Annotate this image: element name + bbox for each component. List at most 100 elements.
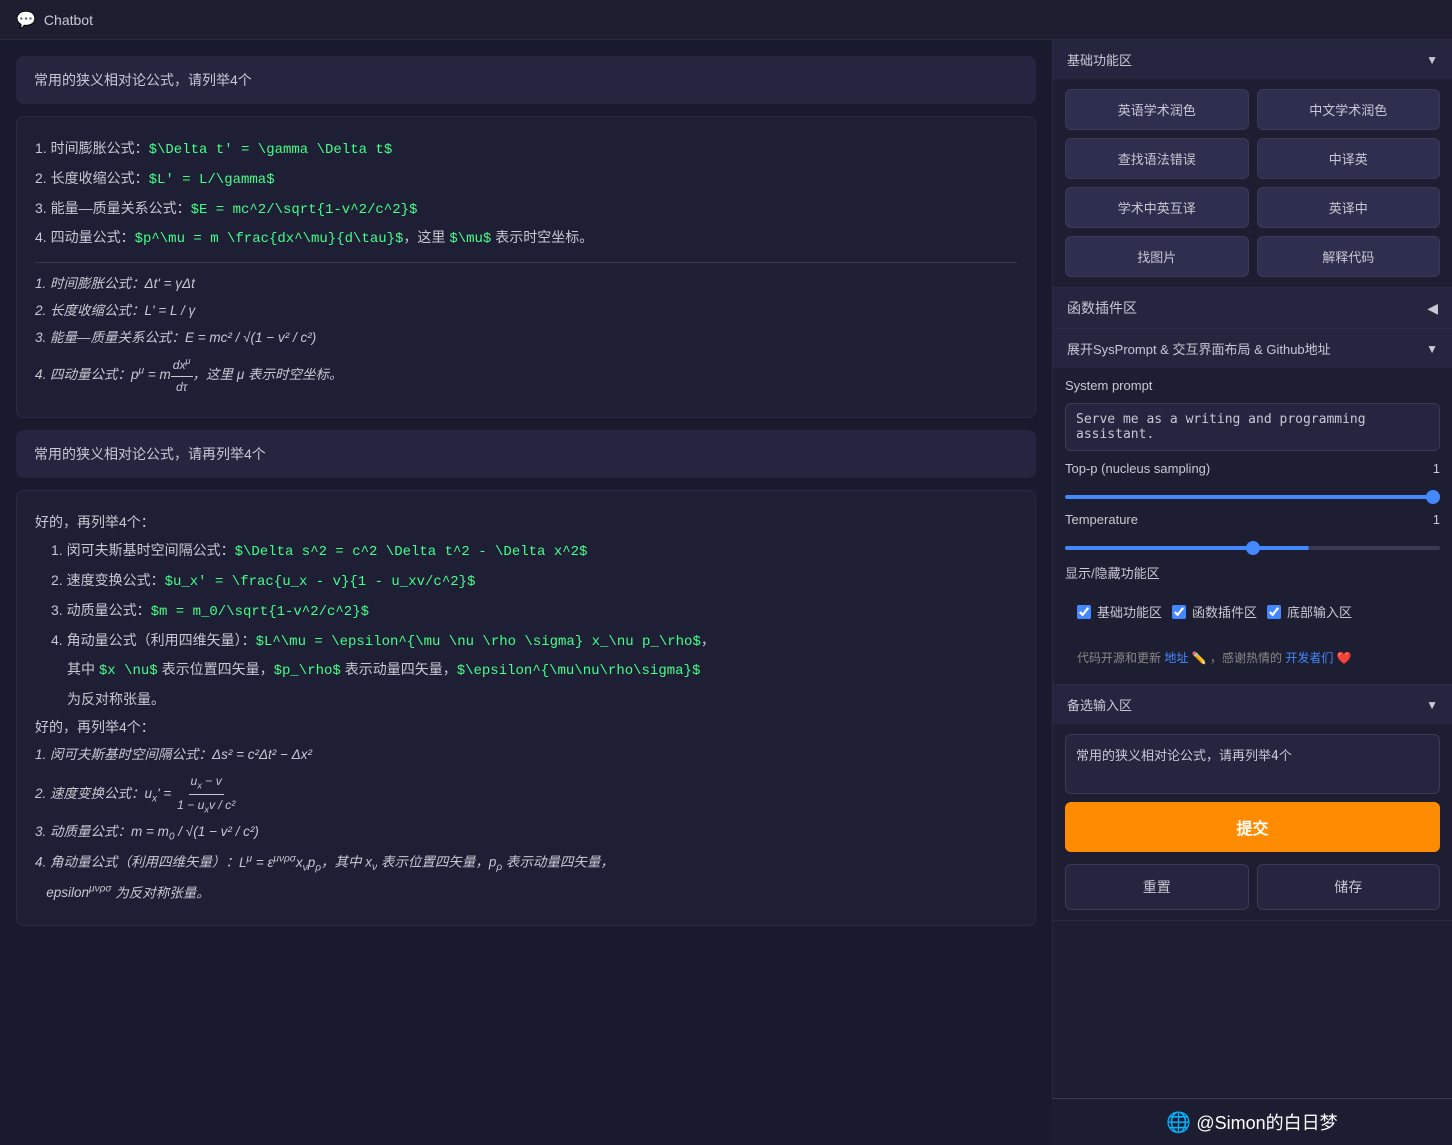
basic-functions-content: 英语学术润色 中文学术润色 查找语法错误 中译英 学术中英互译 英译中 找图片 … (1053, 79, 1452, 287)
reset-button[interactable]: 重置 (1065, 864, 1249, 910)
footer-link[interactable]: 地址 (1164, 651, 1188, 665)
plugin-label: 函数插件区 (1067, 298, 1137, 318)
plugin-section: 函数插件区 ◀ (1053, 288, 1452, 329)
user-message-1-text: 常用的狭义相对论公式，请列举4个 (34, 72, 252, 88)
backup-input-section: 备选输入区 ▼ 常用的狭义相对论公式，请再列举4个 提交 重置 储存 (1053, 685, 1452, 921)
assistant-message-1: 1. 时间膨胀公式：$\Delta t' = \gamma \Delta t$ … (16, 116, 1036, 418)
latex-4b: $\mu$ (449, 231, 491, 247)
rendered2-4: 4. 角动量公式（利用四维矢量）：Lμ = εμνρσxνpρ，其中 xν 表示… (35, 850, 1017, 876)
backup-input-label: 备选输入区 (1067, 695, 1132, 714)
formula-latex-1: 1. 时间膨胀公式：$\Delta t' = \gamma \Delta t$ (35, 137, 1017, 163)
checkbox-basic-input[interactable] (1077, 605, 1091, 619)
divider-1 (35, 262, 1017, 263)
footer-pencil: ✏️ (1192, 651, 1207, 665)
formula2-latex-4b: 其中 $x \nu$ 表示位置四矢量，$p_\rho$ 表示动量四矢量，$\ep… (67, 658, 1017, 684)
sysprompt-content: System prompt Serve me as a writing and … (1053, 368, 1452, 684)
btn-find-image[interactable]: 找图片 (1065, 236, 1249, 277)
visibility-label: 显示/隐藏功能区 (1065, 563, 1440, 582)
latex2-4b2: $p_\rho$ (274, 663, 341, 679)
user-message-1: 常用的狭义相对论公式，请列举4个 (16, 56, 1036, 104)
btn-academic-bilingual[interactable]: 学术中英互译 (1065, 187, 1249, 228)
user-message-2-text: 常用的狭义相对论公式，请再列举4个 (34, 446, 266, 462)
footer-text-mid: ，感谢热情的 (1210, 651, 1282, 665)
rendered-1: 1. 时间膨胀公式：Δt' = γΔt (35, 273, 1017, 296)
checkbox-bottom-input[interactable] (1267, 605, 1281, 619)
formula-latex-2: 2. 长度收缩公式：$L' = L/\gamma$ (35, 167, 1017, 193)
backup-arrow: ▼ (1426, 698, 1438, 712)
formula-latex-3: 3. 能量—质量关系公式：$E = mc^2/\sqrt{1-v^2/c^2}$ (35, 197, 1017, 223)
temp-value: 1 (1416, 512, 1440, 527)
footer-text-before: 代码开源和更新 (1077, 651, 1161, 665)
rendered-3: 3. 能量—质量关系公式：E = mc² / √(1 − v² / c²) (35, 327, 1017, 350)
topp-label: Top-p (nucleus sampling) (1065, 461, 1408, 476)
visibility-checkboxes: 基础功能区 函数插件区 底部输入区 (1065, 592, 1440, 631)
latex-3: $E = mc^2/\sqrt{1-v^2/c^2}$ (191, 202, 418, 218)
btn-eng-academic[interactable]: 英语学术润色 (1065, 89, 1249, 130)
latex2-1: $\Delta s^2 = c^2 \Delta t^2 - \Delta x^… (235, 544, 588, 560)
formula-latex-4: 4. 四动量公式：$p^\mu = m \frac{dx^\mu}{d\tau}… (35, 226, 1017, 252)
backup-content: 常用的狭义相对论公式，请再列举4个 提交 重置 储存 (1053, 724, 1452, 920)
formula2-latex-4: 4. 角动量公式（利用四维矢量）：$L^\mu = \epsilon^{\mu … (51, 629, 1017, 655)
submit-button[interactable]: 提交 (1065, 802, 1440, 852)
formula2-latex-2: 2. 速度变换公式：$u_x' = \frac{u_x - v}{1 - u_x… (51, 569, 1017, 595)
copy-button[interactable]: 储存 (1257, 864, 1441, 910)
formula2-latex-1: 1. 闵可夫斯基时空间隔公式：$\Delta s^2 = c^2 \Delta … (51, 539, 1017, 565)
bottom-btns: 重置 储存 (1065, 864, 1440, 910)
checkbox-bottom[interactable]: 底部输入区 (1267, 602, 1352, 621)
checkbox-basic-label: 基础功能区 (1097, 602, 1162, 621)
temp-slider[interactable] (1065, 546, 1440, 550)
temp-label: Temperature (1065, 512, 1408, 527)
heart-icon: ❤️ (1337, 651, 1352, 665)
checkbox-plugin-input[interactable] (1172, 605, 1186, 619)
sysprompt-arrow: ▼ (1426, 342, 1438, 356)
plugin-header[interactable]: 函数插件区 ◀ (1053, 288, 1452, 328)
weibo-icon: 🌐 (1166, 1112, 1191, 1134)
formula2-latex-3: 3. 动质量公式：$m = m_0/\sqrt{1-v^2/c^2}$ (51, 599, 1017, 625)
backup-textarea[interactable]: 常用的狭义相对论公式，请再列举4个 (1065, 734, 1440, 794)
watermark-bar: 🌐 @Simon的白日梦 (1052, 1098, 1452, 1145)
rendered2-2: 2. 速度变换公式：ux' = ux − v1 − uxv / c² (35, 771, 1017, 818)
header: 💬 Chatbot (0, 0, 1452, 40)
rendered-4: 4. 四动量公式：pμ = mdxμdτ，这里 μ 表示时空坐标。 (35, 354, 1017, 397)
formula2-latex-4c: 为反对称张量。 (67, 688, 1017, 712)
latex2-2: $u_x' = \frac{u_x - v}{1 - u_xv/c^2}$ (165, 574, 476, 590)
topp-slider[interactable] (1065, 495, 1440, 499)
latex-2: $L' = L/\gamma$ (149, 172, 275, 188)
topp-row: Top-p (nucleus sampling) 1 (1065, 461, 1440, 476)
temp-slider-container (1065, 537, 1440, 553)
btn-en-to-cn[interactable]: 英译中 (1257, 187, 1441, 228)
main-layout: 常用的狭义相对论公式，请列举4个 1. 时间膨胀公式：$\Delta t' = … (0, 40, 1452, 1145)
plugin-arrow: ◀ (1427, 300, 1438, 317)
checkbox-bottom-label: 底部输入区 (1287, 602, 1352, 621)
btn-explain-code[interactable]: 解释代码 (1257, 236, 1441, 277)
basic-functions-label: 基础功能区 (1067, 50, 1132, 69)
checkbox-basic[interactable]: 基础功能区 (1077, 602, 1162, 621)
basic-functions-section: 基础功能区 ▼ 英语学术润色 中文学术润色 查找语法错误 中译英 学术中英互译 … (1053, 40, 1452, 288)
right-panel: 基础功能区 ▼ 英语学术润色 中文学术润色 查找语法错误 中译英 学术中英互译 … (1052, 40, 1452, 1145)
btn-cn-to-en[interactable]: 中译英 (1257, 138, 1441, 179)
basic-functions-header[interactable]: 基础功能区 ▼ (1053, 40, 1452, 79)
checkbox-plugin[interactable]: 函数插件区 (1172, 602, 1257, 621)
user-message-2: 常用的狭义相对论公式，请再列举4个 (16, 430, 1036, 478)
latex-4: $p^\mu = m \frac{dx^\mu}{d\tau}$ (135, 231, 404, 247)
chat-area[interactable]: 常用的狭义相对论公式，请列举4个 1. 时间膨胀公式：$\Delta t' = … (0, 40, 1052, 1145)
topp-value: 1 (1416, 461, 1440, 476)
btn-cn-academic[interactable]: 中文学术润色 (1257, 89, 1441, 130)
btn-grammar[interactable]: 查找语法错误 (1065, 138, 1249, 179)
rendered-2: 2. 长度收缩公式：L' = L / γ (35, 300, 1017, 323)
rendered2-3: 3. 动质量公式：m = m0 / √(1 − v² / c²) (35, 821, 1017, 846)
good-msg2: 好的，再列举4个： (35, 716, 1017, 740)
checkbox-plugin-label: 函数插件区 (1192, 602, 1257, 621)
sysprompt-section-label: 展开SysPrompt & 交互界面布局 & Github地址 (1067, 339, 1331, 358)
chat-icon: 💬 (16, 10, 36, 30)
footer-devs-link[interactable]: 开发者们 (1285, 651, 1333, 665)
system-prompt-input[interactable]: Serve me as a writing and programming as… (1065, 403, 1440, 451)
app-title: Chatbot (44, 12, 93, 28)
rendered2-4b: epsilonμνρσ 为反对称张量。 (35, 881, 1017, 905)
topp-slider-container (1065, 486, 1440, 502)
latex2-4b3: $\epsilon^{\mu\nu\rho\sigma}$ (457, 663, 701, 679)
rendered2-1: 1. 闵可夫斯基时空间隔公式：Δs² = c²Δt² − Δx² (35, 744, 1017, 767)
sysprompt-header[interactable]: 展开SysPrompt & 交互界面布局 & Github地址 ▼ (1053, 329, 1452, 368)
temp-row: Temperature 1 (1065, 512, 1440, 527)
backup-input-header[interactable]: 备选输入区 ▼ (1053, 685, 1452, 724)
